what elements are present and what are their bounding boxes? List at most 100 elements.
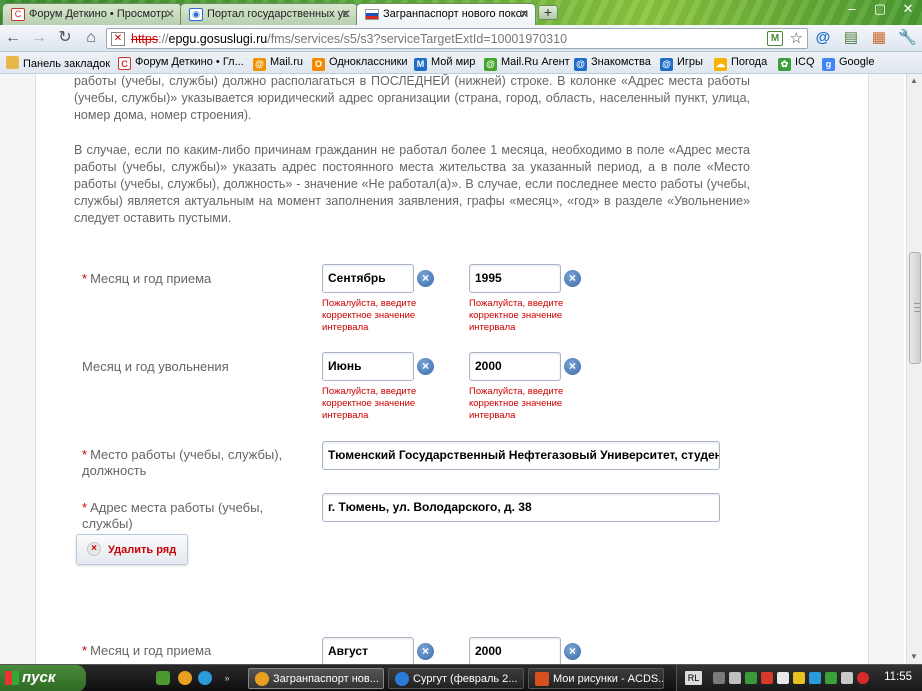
minimize-button[interactable]: –: [838, 0, 866, 20]
bookmark-mail-agent[interactable]: @ Mail.Ru Агент: [484, 56, 570, 72]
tab-gosuslugi[interactable]: ◉ Портал государственных ус ✕: [180, 3, 358, 25]
tray-folder-icon[interactable]: [793, 672, 805, 684]
close-tab-icon[interactable]: ✕: [341, 7, 351, 21]
bookmarks-bar: Панель закладок С Форум Деткино • Гл... @…: [0, 52, 922, 74]
tab-passport[interactable]: Загранпаспорт нового покол ✕: [356, 3, 536, 25]
bookmark-znakomstva[interactable]: @ Знакомства: [574, 56, 651, 72]
taskbar-item-surgut[interactable]: Сургут (февраль 2...: [388, 668, 524, 689]
windows-taskbar: пуск » Загранпаспорт нов... Сургут (февр…: [0, 664, 922, 691]
odnoklassniki-icon: О: [312, 58, 325, 71]
language-indicator[interactable]: RL: [685, 671, 702, 685]
clear-hire-month-icon-2[interactable]: ×: [417, 643, 434, 660]
taskbar-item-label: Сургут (февраль 2...: [413, 673, 518, 685]
portal-favicon-icon: ◉: [189, 8, 203, 21]
bookmark-label: Мой мир: [431, 56, 476, 68]
bookmark-odnoklassniki[interactable]: О Одноклассники: [312, 56, 408, 72]
bookmark-label: Google: [839, 56, 875, 68]
taskbar-item-acdsee[interactable]: Мои рисунки - ACDS...: [528, 668, 664, 689]
tab-forum[interactable]: С Форум Деткино • Просмотр ✕: [2, 3, 182, 25]
quicklaunch-chrome-icon[interactable]: [178, 671, 192, 685]
hire-month-field[interactable]: Сентябрь: [322, 264, 414, 293]
home-button[interactable]: ⌂: [80, 28, 102, 49]
close-tab-icon[interactable]: ✕: [165, 7, 175, 21]
mailru-icon: @: [253, 58, 266, 71]
close-tab-icon[interactable]: ✕: [519, 7, 529, 21]
bookmark-label: Mail.Ru Агент: [501, 56, 570, 68]
hire-year-field-2[interactable]: 2000: [469, 637, 561, 664]
clock: 11:55: [884, 671, 912, 683]
url-host: epgu.gosuslugi.ru: [168, 32, 268, 46]
work-address-field[interactable]: г. Тюмень, ул. Володарского, д. 38: [322, 493, 720, 522]
bookmark-mailru[interactable]: @ Mail.ru: [253, 56, 303, 72]
back-button[interactable]: ←: [2, 28, 24, 49]
wrench-icon[interactable]: 🔧: [898, 29, 917, 47]
bookmark-moi-mir[interactable]: М Мой мир: [414, 56, 475, 72]
page-right-margin: [868, 74, 904, 664]
scroll-up-arrow-icon[interactable]: ▲: [910, 76, 918, 85]
reload-button[interactable]: ↻: [54, 28, 76, 49]
maximize-button[interactable]: ▢: [866, 0, 894, 20]
chat-icon[interactable]: ▤: [842, 29, 860, 47]
bookmark-forum[interactable]: С Форум Деткино • Гл...: [118, 56, 244, 72]
hire-year-error: Пожалуйста, введите корректное значение …: [469, 298, 564, 333]
bookmark-label: ICQ: [795, 56, 815, 68]
taskbar-item-chrome[interactable]: Загранпаспорт нов...: [248, 668, 384, 689]
delete-row-button[interactable]: × Удалить ряд: [76, 534, 188, 565]
clear-dismissal-year-icon[interactable]: ×: [564, 358, 581, 375]
clear-hire-year-icon[interactable]: ×: [564, 270, 581, 287]
windows-logo-icon: [5, 671, 19, 685]
hire-year-field[interactable]: 1995: [469, 264, 561, 293]
dismissal-month-field[interactable]: Июнь: [322, 352, 414, 381]
tray-messenger-icon[interactable]: [809, 672, 821, 684]
moi-mir-icon: М: [414, 58, 427, 71]
bookmark-google[interactable]: g Google: [822, 56, 874, 72]
dismissal-year-field[interactable]: 2000: [469, 352, 561, 381]
scrollbar-thumb[interactable]: [909, 252, 921, 364]
quicklaunch-skype-icon[interactable]: [198, 671, 212, 685]
clear-hire-month-icon[interactable]: ×: [417, 270, 434, 287]
extension-icon[interactable]: ▦: [870, 29, 888, 47]
required-mark: *: [82, 271, 88, 286]
quicklaunch-desktop-icon[interactable]: [156, 671, 170, 685]
omnibox-extension-icon[interactable]: M: [767, 31, 783, 46]
url-scheme: https: [131, 32, 159, 46]
quicklaunch-more-icon[interactable]: »: [220, 671, 234, 685]
dating-icon: @: [574, 58, 587, 71]
hire-month-field-2[interactable]: Август: [322, 637, 414, 664]
bookmark-pogoda[interactable]: ☁ Погода: [714, 56, 767, 72]
start-button[interactable]: пуск: [0, 665, 86, 691]
bookmark-panel[interactable]: Панель закладок: [6, 56, 110, 72]
forward-button[interactable]: →: [28, 28, 50, 49]
network-icon[interactable]: [729, 672, 741, 684]
acdsee-icon: [535, 672, 549, 686]
taskbar-item-label: Загранпаспорт нов...: [273, 673, 379, 685]
clear-dismissal-month-icon[interactable]: ×: [417, 358, 434, 375]
bookmark-star-icon[interactable]: ☆: [790, 29, 803, 47]
tray-agent-icon[interactable]: [745, 672, 757, 684]
grip-line: [914, 311, 920, 312]
vertical-scrollbar[interactable]: ▲ ▼: [906, 74, 922, 664]
url-text[interactable]: https://epgu.gosuslugi.ru/fms/services/s…: [131, 32, 567, 46]
search-icon: [395, 672, 409, 686]
bookmark-icq[interactable]: ✿ ICQ: [778, 56, 815, 72]
browser-toolbar: ← → ↻ ⌂ ✕ https://epgu.gosuslugi.ru/fms/…: [0, 25, 922, 52]
mail-agent-icon[interactable]: @: [814, 29, 832, 47]
clear-hire-year-icon-2[interactable]: ×: [564, 643, 581, 660]
antivirus-icon[interactable]: [761, 672, 773, 684]
workplace-field[interactable]: Тюменский Государственный Нефтегазовый У…: [322, 441, 720, 470]
delete-row-icon: ×: [87, 542, 101, 556]
icq-icon[interactable]: [825, 672, 837, 684]
scroll-down-arrow-icon[interactable]: ▼: [910, 652, 918, 661]
tray-home-icon[interactable]: [777, 672, 789, 684]
icq-flower-icon: ✿: [778, 58, 791, 71]
bookmark-igry[interactable]: @ Игры: [660, 56, 703, 72]
close-window-button[interactable]: ✕: [894, 0, 922, 20]
required-mark: *: [82, 447, 88, 462]
address-bar[interactable]: ✕ https://epgu.gosuslugi.ru/fms/services…: [106, 28, 808, 49]
speaker-icon[interactable]: [841, 672, 853, 684]
tray-alert-icon[interactable]: [857, 672, 869, 684]
bookmark-label: Одноклассники: [329, 56, 408, 68]
new-tab-button[interactable]: +: [538, 5, 558, 20]
ssl-error-icon[interactable]: ✕: [111, 32, 125, 46]
tray-app-icon[interactable]: [713, 672, 725, 684]
